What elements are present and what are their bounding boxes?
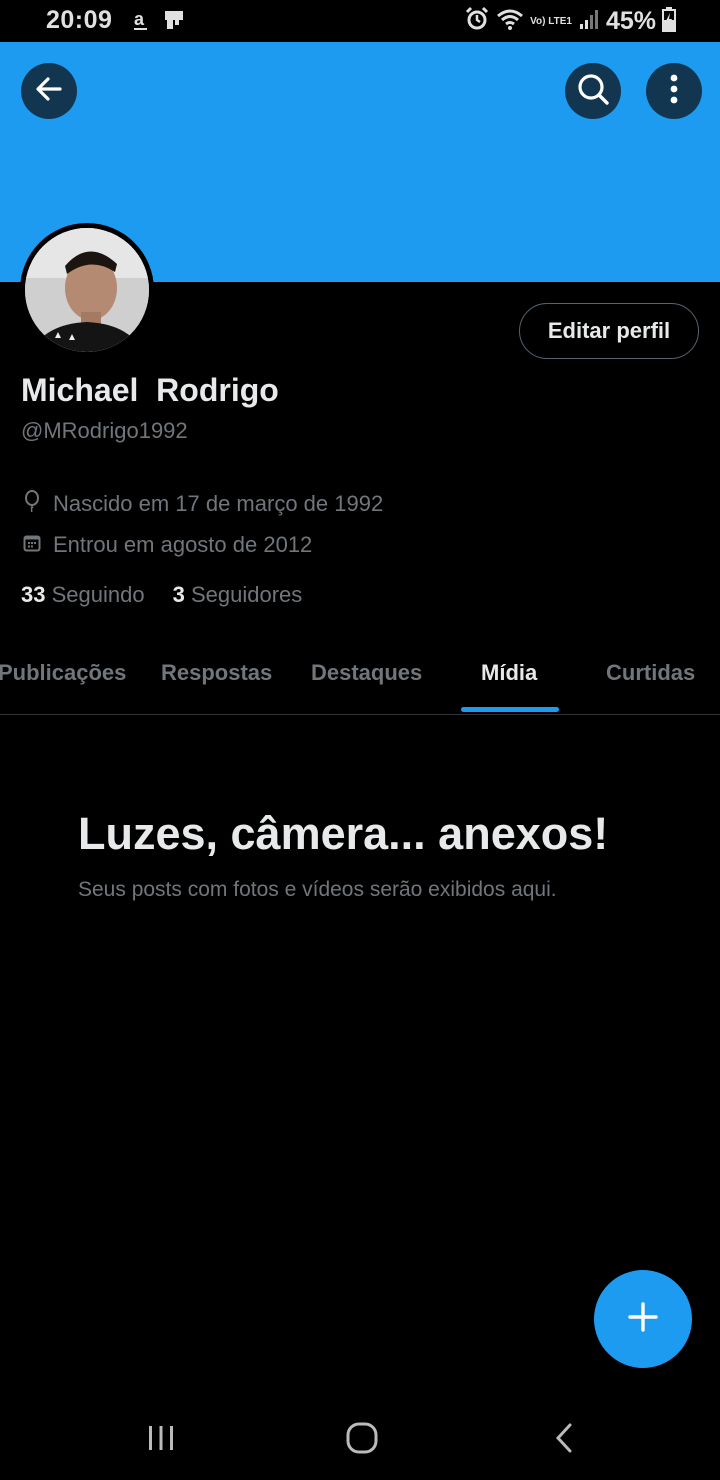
more-options-button[interactable] (646, 63, 702, 119)
plus-icon (626, 1300, 660, 1339)
tab-destaques[interactable]: Destaques (311, 660, 422, 686)
battery-charging-icon (662, 6, 676, 37)
new-post-button[interactable] (594, 1270, 692, 1368)
back-nav-button[interactable] (534, 1420, 594, 1460)
active-tab-indicator (461, 707, 559, 712)
chevron-left-icon (553, 1422, 575, 1459)
followers-count: 3 (172, 582, 185, 607)
status-bar: 20:09 a Vo) LTE1 45% (0, 0, 720, 42)
tab-publicacoes[interactable]: Publicações (0, 660, 126, 686)
back-button[interactable] (21, 63, 77, 119)
tab-curtidas[interactable]: Curtidas (606, 660, 695, 686)
joined-date-text: Entrou em agosto de 2012 (53, 532, 313, 557)
network-label: Vo) LTE1 (530, 15, 572, 27)
home-button[interactable] (332, 1420, 392, 1460)
arrow-left-icon (34, 74, 64, 109)
balloon-icon (23, 490, 41, 518)
status-right-icons: Vo) LTE1 45% (464, 6, 676, 37)
edit-profile-button[interactable]: Editar perfil (519, 303, 699, 359)
follow-stats: 33 Seguindo 3 Seguidores (21, 582, 302, 608)
status-time: 20:09 (46, 6, 113, 34)
followers-link[interactable]: 3 Seguidores (173, 582, 303, 608)
search-icon (576, 72, 610, 111)
empty-state-subtitle: Seus posts com fotos e vídeos serão exib… (78, 878, 557, 901)
alarm-icon (464, 6, 490, 37)
following-link[interactable]: 33 Seguindo (21, 582, 145, 608)
following-label: Seguindo (51, 582, 145, 607)
svg-text:a: a (134, 9, 145, 29)
search-button[interactable] (565, 63, 621, 119)
followers-label: Seguidores (190, 582, 303, 607)
wifi-icon (496, 7, 524, 36)
signal-icon (578, 8, 600, 35)
profile-tabs: Publicações Respostas Destaques Mídia Cu… (0, 636, 720, 715)
joined-date-row: Entrou em agosto de 2012 (23, 532, 312, 558)
profile-handle: @MRodrigo1992 (21, 418, 188, 443)
birth-date-row: Nascido em 17 de março de 1992 (23, 490, 383, 518)
recent-apps-icon (146, 1424, 176, 1457)
notification-icon (162, 8, 186, 37)
more-vertical-icon (669, 73, 679, 110)
status-left-icons: a (132, 8, 186, 37)
amazon-icon: a (132, 8, 150, 37)
home-icon (345, 1421, 379, 1460)
profile-name: Michael Rodrigo (21, 372, 279, 408)
birth-date-text: Nascido em 17 de março de 1992 (53, 491, 384, 516)
calendar-icon (23, 532, 41, 558)
following-count: 33 (21, 582, 46, 607)
tab-midia[interactable]: Mídia (481, 660, 537, 686)
avatar-photo (25, 228, 149, 352)
system-navigation-bar (0, 1400, 720, 1480)
empty-state-title: Luzes, câmera... anexos! (78, 808, 609, 859)
avatar[interactable] (20, 223, 154, 357)
tab-respostas[interactable]: Respostas (161, 660, 272, 686)
battery-text: 45% (605, 7, 656, 35)
recent-apps-button[interactable] (131, 1420, 191, 1460)
